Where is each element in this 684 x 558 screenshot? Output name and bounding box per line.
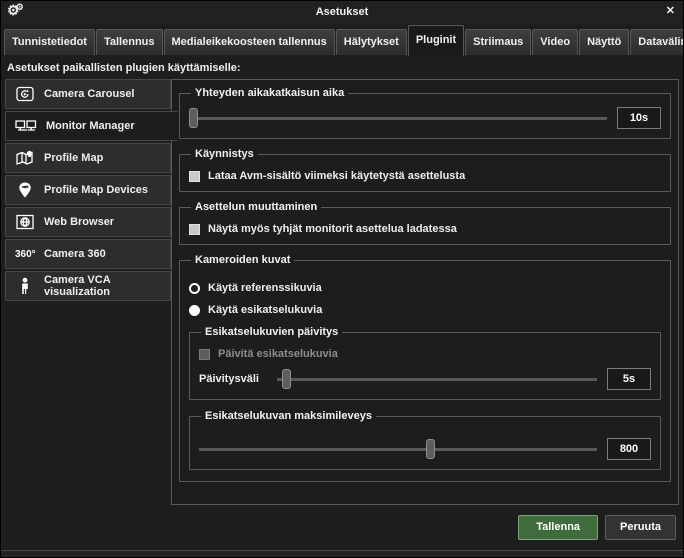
profile-map-icon bbox=[15, 149, 35, 167]
sidebar-item-camera-vca-visualization[interactable]: Camera VCA visualization bbox=[5, 271, 171, 301]
group-connection-timeout: Yhteyden aikakatkaisun aika 10s bbox=[179, 87, 671, 139]
slider-track bbox=[189, 117, 607, 120]
sidebar-item-label: Web Browser bbox=[44, 216, 114, 228]
person-icon bbox=[15, 277, 35, 296]
slider-track bbox=[277, 378, 597, 381]
load-avm-content-checkbox-row[interactable]: Lataa Avm-sisältö viimeksi käytetystä as… bbox=[189, 170, 661, 182]
max-width-value: 800 bbox=[607, 438, 651, 460]
group-title: Yhteyden aikakatkaisun aika bbox=[191, 87, 348, 99]
footer: Tallenna Peruuta bbox=[1, 505, 683, 550]
tab-datavalimuisti[interactable]: Datavälimuisti bbox=[630, 29, 684, 55]
content: Camera Carousel Monitor Manager Profile … bbox=[1, 78, 683, 505]
show-empty-monitors-checkbox-row[interactable]: Näytä myös tyhjät monitorit asettelua la… bbox=[189, 223, 661, 235]
save-button[interactable]: Tallenna bbox=[518, 515, 598, 540]
slider-handle[interactable] bbox=[189, 108, 198, 128]
slider-handle[interactable] bbox=[426, 439, 435, 459]
timeout-slider[interactable] bbox=[189, 107, 607, 129]
tab-halytykset[interactable]: Hälytykset bbox=[336, 29, 407, 55]
tab-medialeikekoosteen-tallennus[interactable]: Medialeikekoosteen tallennus bbox=[164, 29, 335, 55]
sidebar-item-label: Camera Carousel bbox=[44, 88, 135, 100]
group-preview-update: Esikatselukuvien päivitys Päivitä esikat… bbox=[189, 326, 661, 400]
titlebar: ⚙⚙ Asetukset ✕ bbox=[1, 1, 683, 23]
radio-label: Käytä referenssikuvia bbox=[208, 282, 322, 294]
cancel-button[interactable]: Peruuta bbox=[605, 515, 676, 540]
update-interval-slider[interactable] bbox=[277, 368, 597, 390]
camera-360-icon: 360° bbox=[15, 249, 35, 260]
group-camera-images: Kameroiden kuvat Käytä referenssikuvia K… bbox=[179, 254, 671, 482]
window-title: Asetukset bbox=[1, 6, 683, 18]
camera-carousel-icon bbox=[15, 85, 35, 103]
tab-striimaus[interactable]: Striimaus bbox=[465, 29, 531, 55]
checkbox-icon-disabled bbox=[199, 349, 210, 360]
tab-naytto[interactable]: Näyttö bbox=[579, 29, 629, 55]
tab-tallennus[interactable]: Tallennus bbox=[96, 29, 163, 55]
group-title: Kameroiden kuvat bbox=[191, 254, 294, 266]
sidebar-item-camera-carousel[interactable]: Camera Carousel bbox=[5, 79, 171, 109]
use-reference-images-radio-row[interactable]: Käytä referenssikuvia bbox=[189, 282, 661, 294]
checkbox-label: Lataa Avm-sisältö viimeksi käytetystä as… bbox=[208, 170, 465, 182]
sidebar-item-label: Profile Map bbox=[44, 152, 103, 164]
radio-icon[interactable] bbox=[189, 283, 200, 294]
sidebar-item-camera-360[interactable]: 360° Camera 360 bbox=[5, 239, 171, 269]
sidebar-item-label: Profile Map Devices bbox=[44, 184, 148, 196]
group-title: Esikatselukuvan maksimileveys bbox=[201, 410, 376, 422]
tab-video[interactable]: Video bbox=[532, 29, 578, 55]
update-preview-images-checkbox-row: Päivitä esikatselukuvia bbox=[199, 348, 651, 360]
sidebar-item-label: Monitor Manager bbox=[46, 120, 135, 132]
tab-pluginit[interactable]: Pluginit bbox=[408, 25, 464, 56]
slider-handle[interactable] bbox=[282, 369, 291, 389]
sidebar-item-profile-map[interactable]: Profile Map bbox=[5, 143, 171, 173]
group-startup: Käynnistys Lataa Avm-sisältö viimeksi kä… bbox=[179, 148, 671, 192]
update-interval-value: 5s bbox=[607, 368, 651, 390]
group-title: Esikatselukuvien päivitys bbox=[201, 326, 342, 338]
tab-tunnistetiedot[interactable]: Tunnistetiedot bbox=[4, 29, 95, 55]
window-bottom-edge bbox=[1, 550, 683, 557]
section-label: Asetukset paikallisten plugien käyttämis… bbox=[1, 56, 683, 78]
sidebar-item-monitor-manager[interactable]: Monitor Manager bbox=[5, 111, 178, 141]
profile-map-devices-icon bbox=[15, 181, 35, 200]
group-title: Käynnistys bbox=[191, 148, 258, 160]
web-browser-icon bbox=[15, 213, 35, 231]
group-preview-max-width: Esikatselukuvan maksimileveys 800 bbox=[189, 410, 661, 470]
sidebar-item-web-browser[interactable]: Web Browser bbox=[5, 207, 171, 237]
tab-bar: Tunnistetiedot Tallennus Medialeikekoost… bbox=[1, 23, 683, 56]
update-interval-label: Päivitysväli bbox=[199, 373, 267, 385]
settings-window: ⚙⚙ Asetukset ✕ Tunnistetiedot Tallennus … bbox=[0, 0, 684, 558]
max-width-slider[interactable] bbox=[199, 438, 597, 460]
group-title: Asettelun muuttaminen bbox=[191, 201, 321, 213]
checkbox-icon[interactable] bbox=[189, 171, 200, 182]
radio-icon-selected[interactable] bbox=[189, 305, 200, 316]
sidebar-item-label: Camera VCA visualization bbox=[44, 274, 170, 298]
use-preview-images-radio-row[interactable]: Käytä esikatselukuvia bbox=[189, 304, 661, 316]
plugin-sidebar: Camera Carousel Monitor Manager Profile … bbox=[5, 78, 171, 505]
checkbox-label: Päivitä esikatselukuvia bbox=[218, 348, 338, 360]
checkbox-label: Näytä myös tyhjät monitorit asettelua la… bbox=[208, 223, 457, 235]
sidebar-item-profile-map-devices[interactable]: Profile Map Devices bbox=[5, 175, 171, 205]
plugin-settings-panel: Yhteyden aikakatkaisun aika 10s Käynnist… bbox=[171, 79, 679, 505]
sidebar-item-label: Camera 360 bbox=[44, 248, 106, 260]
radio-label: Käytä esikatselukuvia bbox=[208, 304, 322, 316]
group-layout-change: Asettelun muuttaminen Näytä myös tyhjät … bbox=[179, 201, 671, 245]
checkbox-icon[interactable] bbox=[189, 224, 200, 235]
close-icon[interactable]: ✕ bbox=[666, 4, 675, 17]
slider-track bbox=[199, 448, 597, 451]
monitor-manager-icon bbox=[15, 118, 37, 134]
timeout-value: 10s bbox=[617, 107, 661, 129]
